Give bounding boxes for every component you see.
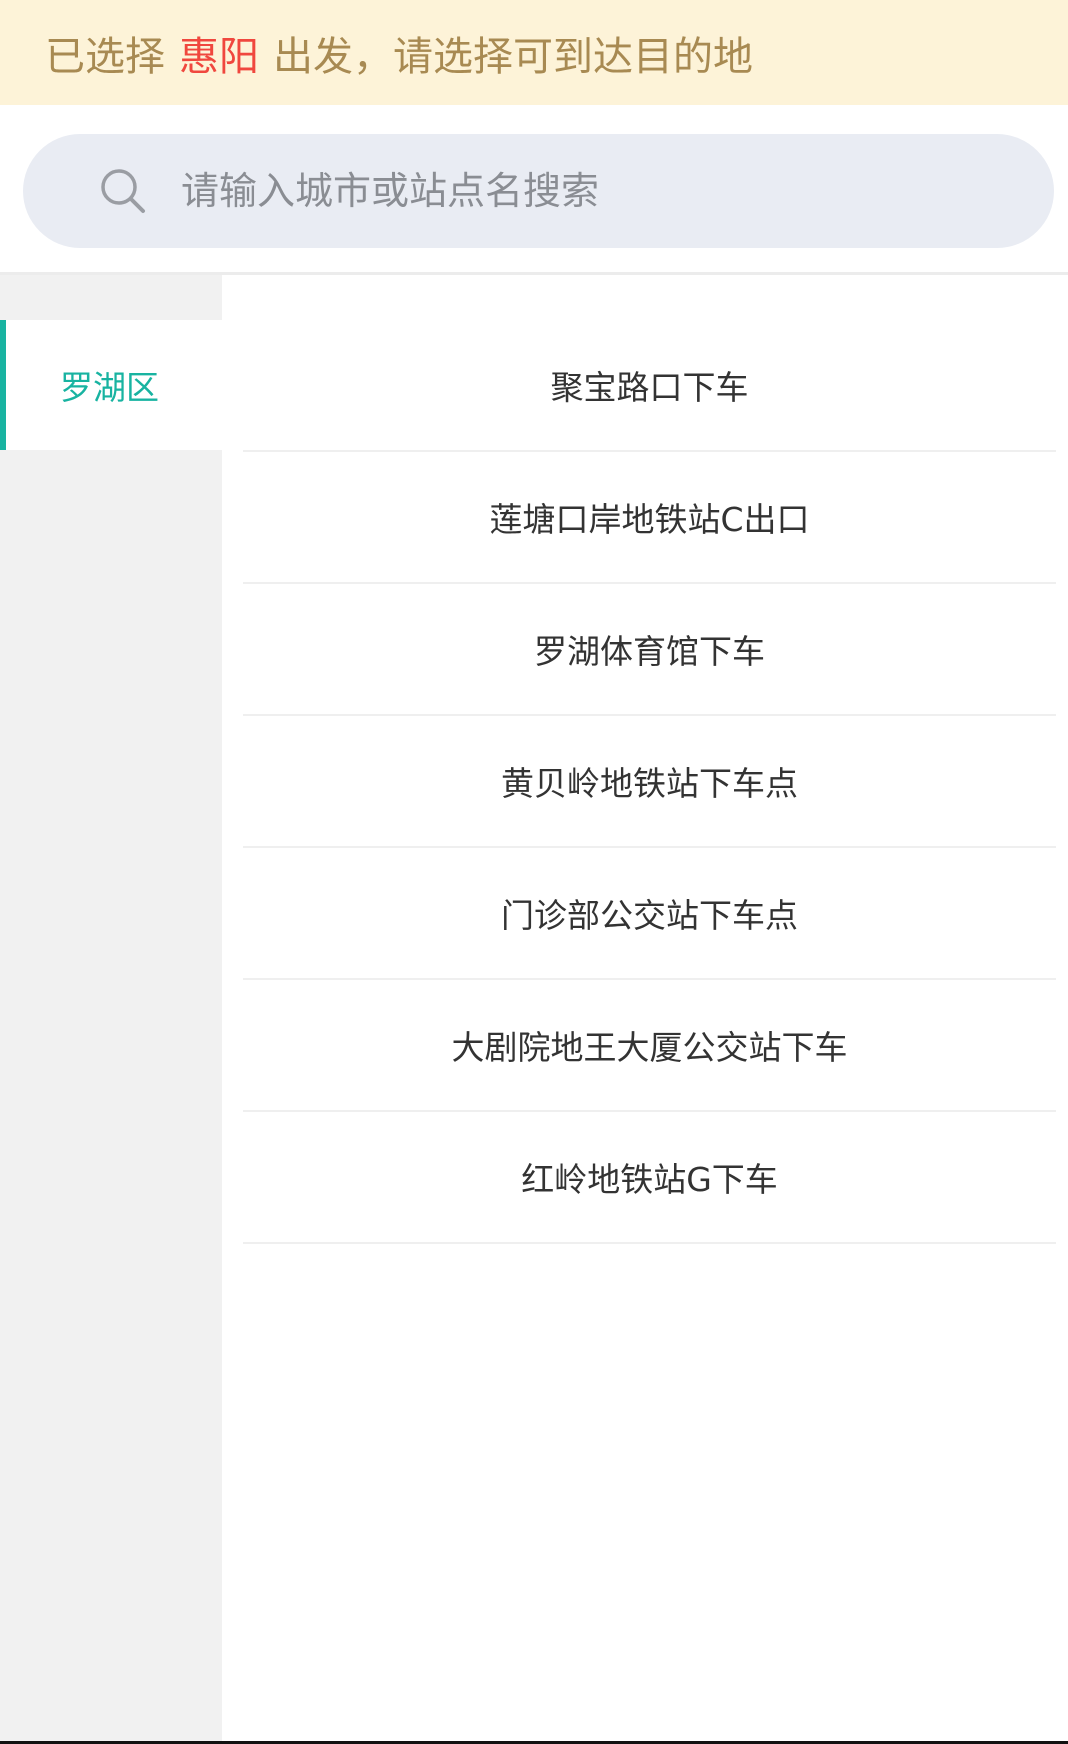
departure-city: 惠阳 bbox=[179, 33, 259, 80]
stop-item[interactable]: 莲塘口岸地铁站C出口 bbox=[243, 452, 1056, 584]
search-input[interactable] bbox=[181, 169, 961, 213]
sidebar-item-luohu[interactable]: 罗湖区 bbox=[0, 320, 222, 450]
stop-item[interactable]: 黄贝岭地铁站下车点 bbox=[243, 716, 1056, 848]
departure-notice: 已选择 惠阳 出发，请选择可到达目的地 bbox=[0, 0, 1068, 105]
stop-item[interactable]: 门诊部公交站下车点 bbox=[243, 848, 1056, 980]
active-indicator bbox=[0, 320, 6, 450]
search-section bbox=[0, 105, 1068, 275]
stop-item[interactable]: 大剧院地王大厦公交站下车 bbox=[243, 980, 1056, 1112]
stop-list: 聚宝路口下车 莲塘口岸地铁站C出口 罗湖体育馆下车 黄贝岭地铁站下车点 门诊部公… bbox=[243, 320, 1056, 1244]
stop-item[interactable]: 红岭地铁站G下车 bbox=[243, 1112, 1056, 1244]
search-icon[interactable] bbox=[95, 163, 151, 219]
stop-item[interactable]: 聚宝路口下车 bbox=[243, 320, 1056, 452]
search-bar[interactable] bbox=[23, 134, 1054, 248]
notice-prefix: 已选择 bbox=[45, 33, 165, 80]
district-sidebar: 罗湖区 bbox=[0, 275, 222, 1744]
stop-item[interactable]: 罗湖体育馆下车 bbox=[243, 584, 1056, 716]
sidebar-item-label: 罗湖区 bbox=[60, 368, 159, 407]
notice-suffix: 出发，请选择可到达目的地 bbox=[273, 33, 753, 80]
